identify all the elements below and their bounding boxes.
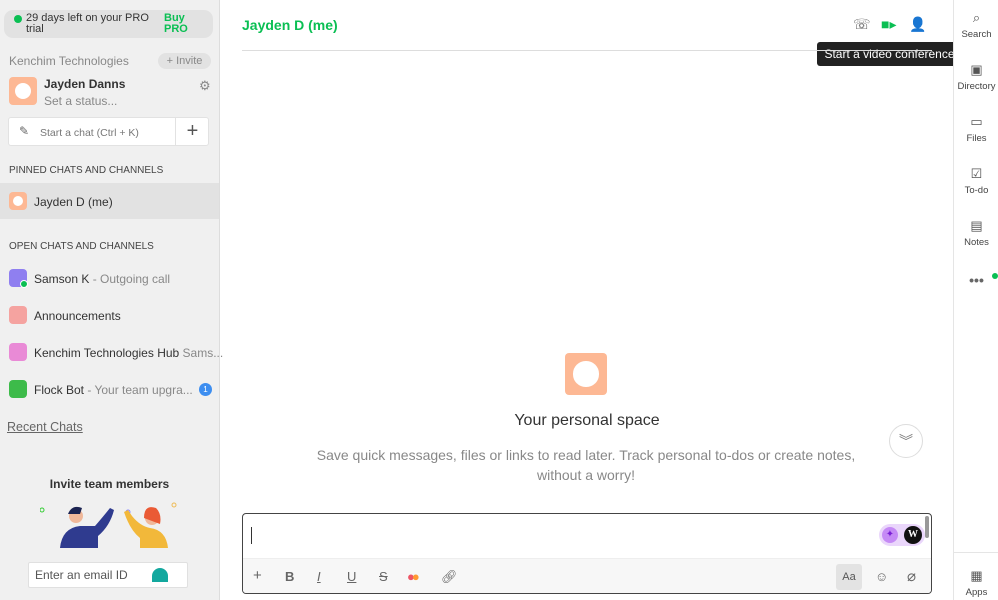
rail-files[interactable]: ▭ Files: [954, 114, 998, 144]
high-five-illustration: [40, 502, 177, 548]
pinned-header: PINNED CHATS AND CHANNELS: [9, 165, 164, 176]
personal-space-heading: Your personal space: [514, 412, 660, 429]
recent-chats-link[interactable]: Recent Chats: [7, 420, 83, 434]
italic-icon[interactable]: I: [317, 569, 321, 584]
chat-name: Kenchim Technologies Hub Sams...: [34, 346, 224, 360]
checkbox-icon: ☑: [970, 166, 983, 181]
chat-item-jayden[interactable]: Jayden D (me): [0, 183, 219, 219]
gear-icon[interactable]: ⚙: [199, 78, 211, 94]
rail-notes[interactable]: ▤ Notes: [954, 218, 998, 248]
notes-icon: ▤: [970, 218, 983, 233]
trial-banner[interactable]: 29 days left on your PRO trial Buy PRO: [4, 10, 213, 38]
strikethrough-icon[interactable]: S: [379, 569, 388, 584]
pro-icon: [14, 15, 22, 23]
sidebar: 29 days left on your PRO trial Buy PRO K…: [0, 0, 223, 600]
ai-tools[interactable]: ✦ W: [879, 524, 925, 546]
start-chat-label: Start a chat (Ctrl + K): [40, 127, 139, 139]
new-chat-button[interactable]: +: [175, 118, 209, 145]
avatar[interactable]: [9, 77, 37, 105]
video-camera-icon[interactable]: ■▸: [881, 16, 896, 33]
chat-item[interactable]: Samson K - Outgoing call: [0, 260, 219, 296]
attachment-icon[interactable]: ⌀: [907, 567, 916, 585]
unread-badge: 1: [199, 383, 212, 396]
team-name: Kenchim Technologies: [9, 54, 129, 68]
right-rail: ⌕ Search ▣ Directory ▭ Files ☑ To-do ▤ Notes …: [953, 0, 998, 600]
link-icon[interactable]: 🔗︎: [441, 569, 458, 585]
start-chat-input[interactable]: ✎ Start a chat (Ctrl + K) +: [8, 117, 209, 146]
personal-space-description: Save quick messages, files or links to r…: [316, 447, 856, 483]
search-icon: ⌕: [972, 10, 981, 25]
notification-dot: [992, 273, 998, 279]
scrollbar[interactable]: [925, 516, 929, 538]
apps-grid-icon: ▦: [970, 568, 983, 583]
online-status-icon: [20, 280, 28, 288]
avatar: [9, 192, 27, 210]
chat-name: Jayden D (me): [34, 195, 113, 209]
compose-icon: ✎: [19, 124, 30, 138]
bold-icon[interactable]: B: [285, 569, 294, 584]
email-input[interactable]: [29, 563, 139, 587]
rail-todo[interactable]: ☑ To-do: [954, 166, 998, 196]
add-user-icon[interactable]: 👤: [909, 16, 926, 33]
trial-text: 29 days left on your PRO trial: [26, 12, 149, 35]
scroll-down-button[interactable]: ︾: [889, 424, 923, 458]
chat-avatar: [9, 306, 27, 324]
invite-email-field[interactable]: [28, 562, 188, 588]
rail-directory[interactable]: ▣ Directory: [954, 62, 998, 92]
chat-name: Announcements: [34, 309, 121, 323]
rail-apps[interactable]: ▦ Apps: [954, 568, 998, 598]
status-field[interactable]: Set a status...: [44, 94, 117, 108]
plus-icon[interactable]: +: [253, 567, 262, 584]
chat-name: Samson K - Outgoing call: [34, 272, 171, 286]
tooltip: Start a video conference: [817, 42, 962, 66]
formatting-toggle[interactable]: Aa: [836, 564, 862, 590]
color-icon[interactable]: ●●: [407, 569, 420, 584]
send-invite-icon[interactable]: [152, 568, 168, 582]
rail-search[interactable]: ⌕ Search: [954, 10, 998, 40]
divider: [242, 50, 932, 51]
chat-item[interactable]: Kenchim Technologies Hub Sams...: [0, 334, 223, 370]
directory-icon: ▣: [970, 62, 983, 77]
open-header: OPEN CHATS AND CHANNELS: [9, 241, 154, 252]
chat-item[interactable]: Flock Bot - Your team upgra... 1: [0, 371, 219, 407]
format-toolbar: + B I U S ●● 🔗︎ Aa ☺ ⌀: [243, 558, 931, 593]
personal-space-icon: [565, 353, 607, 395]
message-composer: ✦ W + B I U S ●● 🔗︎ Aa ☺ ⌀: [242, 513, 932, 594]
chat-item[interactable]: Announcements: [0, 297, 219, 333]
user-name: Jayden Danns: [44, 77, 126, 91]
chat-title: Jayden D (me): [242, 17, 338, 33]
writer-icon[interactable]: W: [904, 526, 922, 544]
ai-sparkle-icon[interactable]: ✦: [882, 527, 898, 543]
chat-avatar: [9, 380, 27, 398]
buy-pro-link[interactable]: Buy PRO: [164, 13, 194, 35]
chat-avatar: [9, 343, 27, 361]
underline-icon[interactable]: U: [347, 569, 356, 584]
emoji-icon[interactable]: ☺: [875, 569, 888, 584]
files-icon: ▭: [970, 114, 983, 129]
phone-call-icon[interactable]: ☏: [853, 16, 871, 33]
invite-button[interactable]: + Invite: [158, 53, 211, 69]
invite-heading: Invite team members: [49, 477, 170, 491]
chat-name: Flock Bot - Your team upgra...: [34, 383, 193, 397]
chat-panel: Jayden D (me) ☏ ■▸ 👤 Start a video confe…: [221, 0, 962, 600]
message-input[interactable]: [249, 522, 869, 552]
divider: [954, 552, 998, 553]
text-caret: [251, 527, 252, 544]
